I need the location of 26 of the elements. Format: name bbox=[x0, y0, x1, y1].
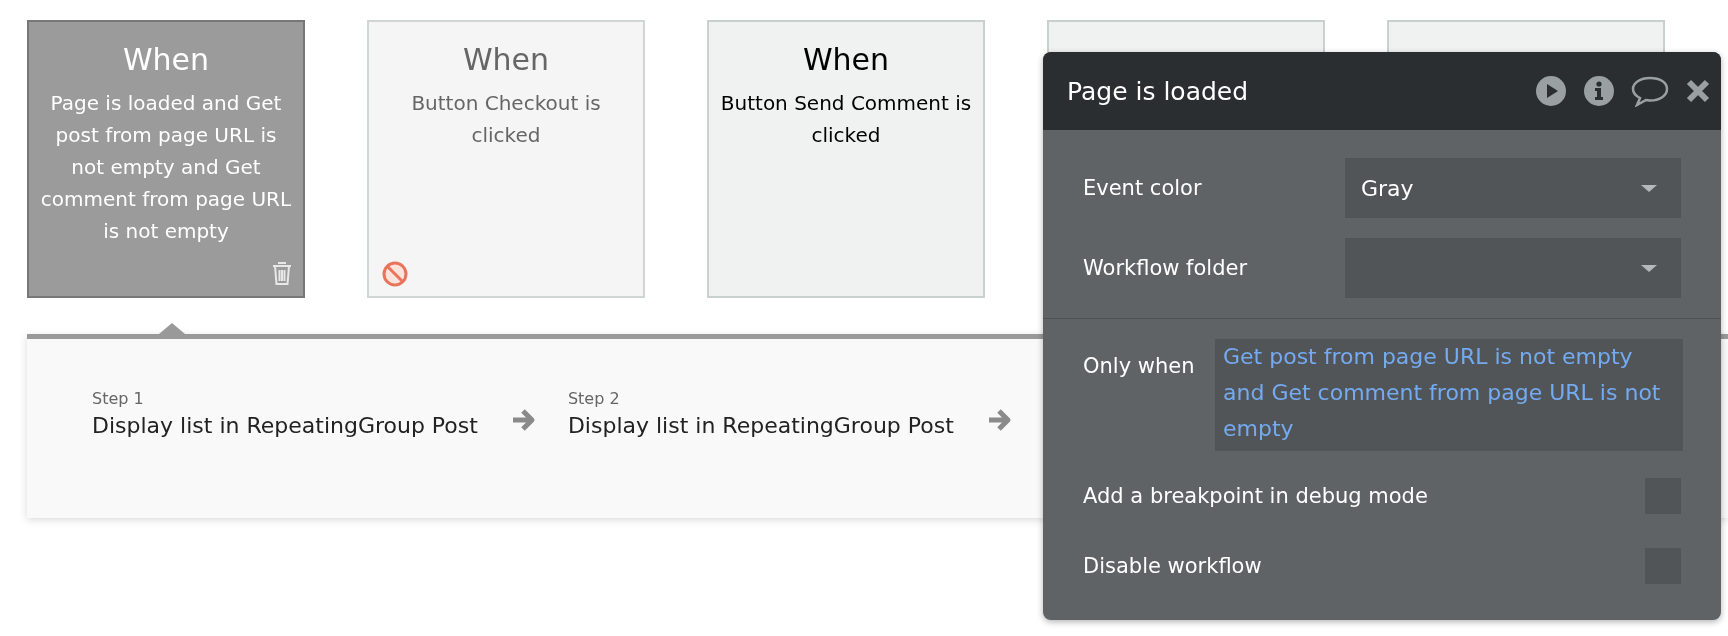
card-heading: When bbox=[121, 42, 211, 77]
step-action[interactable]: Display list in RepeatingGroup Post bbox=[92, 413, 478, 438]
card-description: Page is loaded and Get post from page URL is not empty and Get comment from page URL is not empty bbox=[39, 90, 293, 245]
field-label: Event color bbox=[1083, 176, 1202, 200]
workflow-card[interactable]: When Button Send Comment is clicked bbox=[707, 20, 985, 298]
field-label: Add a breakpoint in debug mode bbox=[1083, 484, 1428, 508]
card-heading: When bbox=[461, 42, 551, 77]
card-description: Button Send Comment is clicked bbox=[719, 90, 973, 149]
step-action[interactable]: Display list in RepeatingGroup Post bbox=[567, 413, 954, 438]
prohibited-icon bbox=[381, 260, 409, 288]
card-description: Button Checkout is clicked bbox=[410, 90, 602, 149]
trash-icon[interactable] bbox=[271, 260, 293, 286]
step-label: Step 1 bbox=[92, 389, 145, 408]
card-heading: When bbox=[801, 42, 891, 77]
dropdown[interactable]: Gray bbox=[1345, 158, 1681, 218]
field-label: Workflow folder bbox=[1083, 256, 1248, 280]
info-icon[interactable] bbox=[1583, 75, 1615, 107]
workflow-card[interactable] bbox=[1387, 20, 1665, 52]
step-label: Step 2 bbox=[567, 389, 621, 408]
close-icon[interactable] bbox=[1685, 78, 1711, 104]
field-label: Only when bbox=[1083, 354, 1195, 378]
workflow-card[interactable] bbox=[1047, 20, 1325, 52]
panel-title: Page is loaded bbox=[1067, 76, 1249, 106]
comment-icon[interactable] bbox=[1631, 75, 1669, 107]
run-icon[interactable] bbox=[1535, 75, 1567, 107]
field-label: Disable workflow bbox=[1083, 554, 1262, 578]
